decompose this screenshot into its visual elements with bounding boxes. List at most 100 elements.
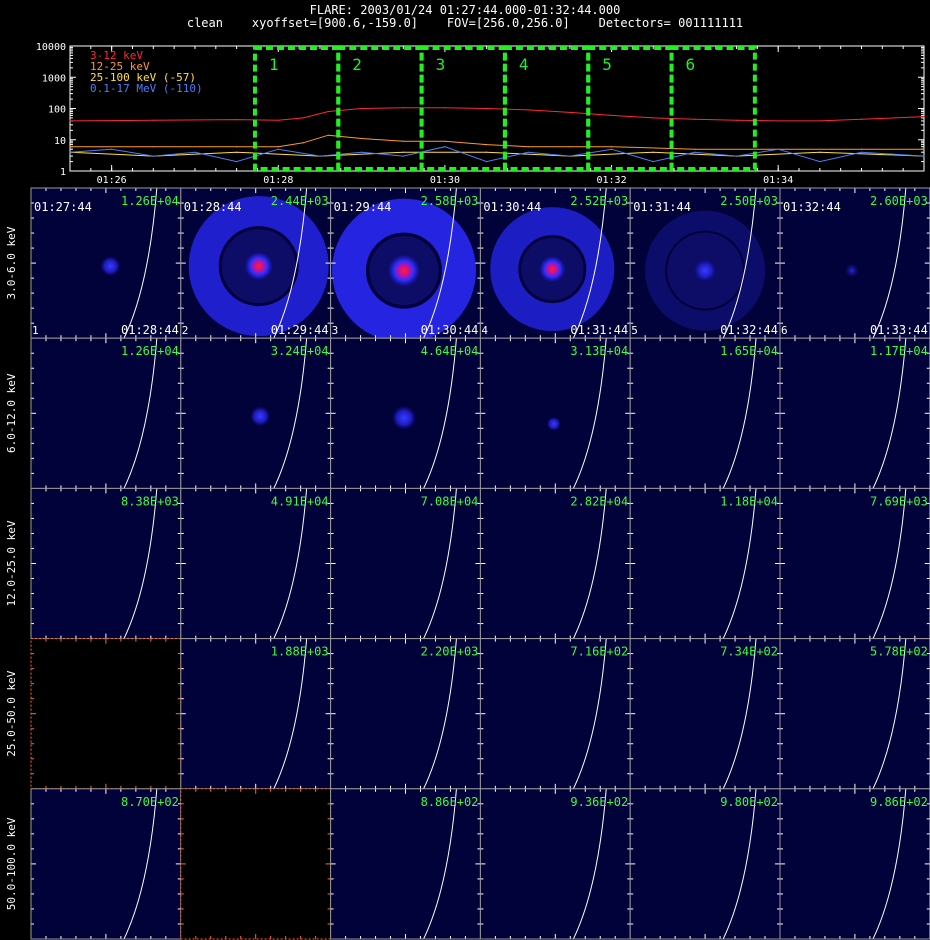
cell-number: 2 [182, 324, 189, 337]
end-time-label: 01:31:44 [570, 323, 628, 337]
series-point-2 [152, 146, 154, 148]
series-point-2 [444, 140, 446, 142]
x-tick-label: 01:30 [430, 175, 460, 186]
y-tick-label: 100 [48, 105, 66, 116]
start-time-label: 01:28:44 [184, 200, 242, 214]
series-point-4 [277, 148, 279, 150]
image-cell [180, 638, 331, 789]
series-point-4 [111, 148, 113, 150]
series-line-2 [70, 134, 924, 150]
row-label: 3.0-6.0 keV [5, 226, 18, 299]
cell-background [630, 788, 780, 939]
cell-background [480, 488, 631, 639]
max-value-label: 7.69E+03 [870, 494, 928, 508]
cell-background [630, 338, 780, 489]
cell-background [180, 788, 331, 939]
series-point-3 [402, 151, 404, 153]
max-value-label: 8.70E+02 [121, 795, 179, 809]
max-value-label: 5.78E+02 [870, 645, 928, 659]
interval-label: 4 [519, 55, 529, 74]
series-point-4 [402, 155, 404, 157]
image-cell [180, 488, 331, 639]
y-tick-label: 1000 [42, 73, 66, 84]
cell-background [480, 788, 631, 939]
row-label: 25.0-50.0 keV [5, 670, 18, 756]
interval-label: 3 [436, 55, 446, 74]
series-point-1 [361, 107, 363, 110]
cell-background [330, 788, 481, 939]
y-tick-label: 1 [60, 167, 66, 178]
source-core [388, 254, 421, 287]
series-point-3 [236, 151, 238, 153]
source-core [250, 406, 271, 427]
plot-subtitle: clean xyoffset=[900.6,-159.0] FOV=[256.0… [186, 16, 744, 30]
series-point-4 [777, 148, 779, 150]
series-point-1 [819, 120, 821, 122]
max-value-label: 7.16E+02 [570, 645, 628, 659]
max-value-label: 1.26E+04 [121, 344, 179, 358]
start-time-label: 01:27:44 [34, 200, 92, 214]
x-tick-label: 01:34 [763, 175, 793, 186]
series-point-2 [302, 142, 304, 144]
series-point-1 [527, 109, 529, 111]
max-value-label: 1.26E+04 [121, 194, 179, 208]
series-point-4 [860, 151, 863, 153]
end-time-label: 01:29:44 [271, 323, 329, 337]
cell-background [780, 638, 930, 789]
series-point-4 [361, 151, 363, 153]
interval-box [502, 46, 591, 171]
series-point-3 [652, 151, 654, 153]
cell-background [330, 488, 481, 639]
max-value-label: 7.34E+02 [720, 645, 778, 659]
image-cell [480, 638, 631, 789]
series-point-4 [694, 151, 696, 153]
max-value-label: 7.08E+04 [421, 494, 479, 508]
series-point-1 [694, 118, 696, 120]
series-point-4 [485, 160, 488, 163]
source-core [546, 416, 561, 431]
start-time-label: 01:29:44 [334, 200, 392, 214]
source-core [244, 252, 273, 281]
cell-background [31, 488, 181, 639]
series-point-4 [152, 155, 154, 157]
series-line-1 [69, 107, 925, 122]
series-point-2 [402, 140, 404, 142]
max-value-label: 3.24E+04 [271, 344, 329, 358]
series-point-2 [69, 146, 71, 148]
max-value-label: 9.80E+02 [720, 795, 778, 809]
series-point-3 [819, 151, 821, 153]
series-point-1 [277, 119, 279, 121]
series-point-3 [485, 151, 488, 153]
image-cell [780, 638, 930, 789]
max-value-label: 2.50E+03 [720, 194, 778, 208]
max-value-label: 2.52E+03 [570, 194, 628, 208]
series-point-1 [923, 116, 925, 118]
max-value-label: 2.44E+03 [271, 194, 329, 208]
image-cell [31, 488, 181, 639]
cell-background [480, 338, 631, 489]
image-cell [330, 788, 481, 939]
series-point-4 [923, 155, 925, 157]
max-value-label: 2.60E+03 [870, 194, 928, 208]
source-core [392, 405, 417, 430]
cell-background [480, 638, 631, 789]
image-cell [31, 338, 181, 489]
max-value-label: 8.86E+02 [421, 795, 479, 809]
max-value-label: 4.64E+04 [421, 344, 479, 358]
image-cell [31, 788, 181, 939]
series-point-4 [652, 160, 654, 163]
end-time-label: 01:32:44 [720, 323, 778, 337]
end-time-label: 01:33:44 [870, 323, 928, 337]
cell-background [31, 338, 181, 489]
cell-number: 4 [481, 324, 488, 337]
y-tick-label: 10000 [36, 42, 66, 53]
max-value-label: 2.82E+04 [570, 494, 628, 508]
series-point-1 [652, 117, 654, 119]
series-point-2 [361, 137, 363, 140]
source-core [100, 256, 121, 277]
series-point-1 [777, 120, 779, 122]
series-point-2 [527, 146, 529, 148]
image-cell [780, 788, 930, 939]
series-point-2 [569, 146, 571, 148]
series-point-2 [694, 148, 696, 150]
